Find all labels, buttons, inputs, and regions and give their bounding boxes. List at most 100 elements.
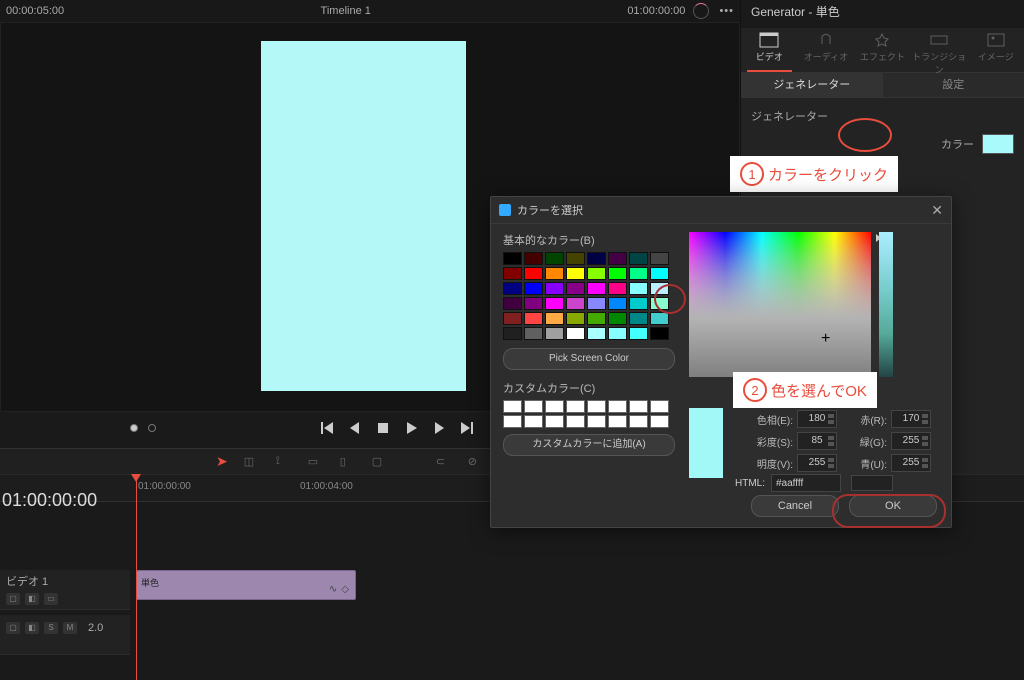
pick-screen-color-button[interactable]: Pick Screen Color xyxy=(503,348,675,370)
replace-tool-icon[interactable]: ▢ xyxy=(372,455,388,469)
value-slider[interactable] xyxy=(879,232,893,377)
video-track-header[interactable]: ビデオ 1 ▢◧▭ xyxy=(0,570,130,610)
palette-color[interactable] xyxy=(503,312,522,325)
mute-icon[interactable]: M xyxy=(63,622,77,634)
palette-color[interactable] xyxy=(503,252,522,265)
color-swatch[interactable] xyxy=(982,134,1014,154)
palette-color[interactable] xyxy=(629,252,648,265)
snap-icon[interactable]: ⊂ xyxy=(436,455,452,469)
prev-frame-icon[interactable] xyxy=(348,421,362,435)
tab-effects[interactable]: エフェクト xyxy=(854,28,911,72)
html-extra[interactable] xyxy=(851,475,893,491)
palette-color[interactable] xyxy=(503,327,522,340)
cancel-button[interactable]: Cancel xyxy=(751,495,839,517)
first-frame-icon[interactable] xyxy=(320,421,334,435)
palette-color[interactable] xyxy=(503,267,522,280)
palette-color[interactable] xyxy=(587,297,606,310)
palette-color[interactable] xyxy=(629,297,648,310)
palette-color[interactable] xyxy=(566,327,585,340)
palette-color[interactable] xyxy=(587,312,606,325)
subtab-generator[interactable]: ジェネレーター xyxy=(741,73,883,97)
palette-color[interactable] xyxy=(524,312,543,325)
palette-color[interactable] xyxy=(650,297,669,310)
custom-color-palette[interactable] xyxy=(503,400,675,428)
hue-input[interactable]: 180 xyxy=(797,410,837,428)
palette-color[interactable] xyxy=(587,327,606,340)
subtab-settings[interactable]: 設定 xyxy=(883,73,1024,97)
palette-color[interactable] xyxy=(524,267,543,280)
tab-image[interactable]: イメージ xyxy=(967,28,1024,72)
palette-color[interactable] xyxy=(566,282,585,295)
palette-color[interactable] xyxy=(545,282,564,295)
palette-color[interactable] xyxy=(629,282,648,295)
blue-input[interactable]: 255 xyxy=(891,454,931,472)
palette-color[interactable] xyxy=(566,312,585,325)
html-input[interactable] xyxy=(771,474,841,492)
palette-color[interactable] xyxy=(629,327,648,340)
palette-color[interactable] xyxy=(524,327,543,340)
blade-tool-icon[interactable]: ⟟ xyxy=(276,455,292,469)
audio-track-header[interactable]: ▢◧SM2.0 xyxy=(0,615,130,655)
ok-button[interactable]: OK xyxy=(849,495,937,517)
link-icon[interactable]: ⊘ xyxy=(468,455,484,469)
add-custom-color-button[interactable]: カスタムカラーに追加(A) xyxy=(503,434,675,456)
red-input[interactable]: 170 xyxy=(891,410,931,428)
timeline-timecode[interactable]: 01:00:00:00 xyxy=(2,490,97,511)
palette-color[interactable] xyxy=(650,282,669,295)
selection-tool-icon[interactable]: ➤ xyxy=(216,453,228,470)
palette-color[interactable] xyxy=(524,297,543,310)
overwrite-tool-icon[interactable]: ▯ xyxy=(340,455,356,469)
viewer-options-icon[interactable]: ••• xyxy=(719,5,734,17)
bypass-icon[interactable] xyxy=(693,3,709,19)
palette-color[interactable] xyxy=(608,297,627,310)
palette-color[interactable] xyxy=(608,267,627,280)
sat-input[interactable]: 85 xyxy=(797,432,837,450)
palette-color[interactable] xyxy=(566,297,585,310)
palette-color[interactable] xyxy=(608,312,627,325)
zoom-dots[interactable] xyxy=(130,424,156,432)
palette-color[interactable] xyxy=(545,327,564,340)
palette-color[interactable] xyxy=(587,267,606,280)
palette-color[interactable] xyxy=(587,282,606,295)
solo-icon[interactable]: S xyxy=(44,622,58,634)
palette-color[interactable] xyxy=(608,327,627,340)
playhead[interactable] xyxy=(136,474,137,680)
val-input[interactable]: 255 xyxy=(797,454,837,472)
color-gradient[interactable]: + xyxy=(689,232,871,377)
basic-color-palette[interactable] xyxy=(503,252,675,340)
clip[interactable]: 単色 ∿◇ xyxy=(136,570,356,600)
palette-color[interactable] xyxy=(566,267,585,280)
palette-color[interactable] xyxy=(587,252,606,265)
palette-color[interactable] xyxy=(524,282,543,295)
trim-tool-icon[interactable]: ◫ xyxy=(244,455,260,469)
palette-color[interactable] xyxy=(503,282,522,295)
palette-color[interactable] xyxy=(650,327,669,340)
tab-video[interactable]: ビデオ xyxy=(741,28,798,72)
palette-color[interactable] xyxy=(503,297,522,310)
palette-color[interactable] xyxy=(629,312,648,325)
palette-color[interactable] xyxy=(650,267,669,280)
green-input[interactable]: 255 xyxy=(891,432,931,450)
toggle-icon[interactable]: ▭ xyxy=(44,593,58,605)
palette-color[interactable] xyxy=(545,297,564,310)
palette-color[interactable] xyxy=(608,282,627,295)
palette-color[interactable] xyxy=(629,267,648,280)
close-icon[interactable]: ✕ xyxy=(931,202,943,219)
palette-color[interactable] xyxy=(524,252,543,265)
lock-icon[interactable]: ▢ xyxy=(6,593,20,605)
tab-transition[interactable]: トランジション xyxy=(911,28,968,72)
palette-color[interactable] xyxy=(545,267,564,280)
auto-select-icon[interactable]: ◧ xyxy=(25,593,39,605)
palette-color[interactable] xyxy=(650,312,669,325)
lock-icon[interactable]: ▢ xyxy=(6,622,20,634)
insert-tool-icon[interactable]: ▭ xyxy=(308,455,324,469)
palette-color[interactable] xyxy=(566,252,585,265)
auto-select-icon[interactable]: ◧ xyxy=(25,622,39,634)
palette-color[interactable] xyxy=(650,252,669,265)
tab-audio[interactable]: オーディオ xyxy=(798,28,855,72)
play-icon[interactable] xyxy=(404,421,418,435)
palette-color[interactable] xyxy=(608,252,627,265)
palette-color[interactable] xyxy=(545,312,564,325)
next-frame-icon[interactable] xyxy=(432,421,446,435)
palette-color[interactable] xyxy=(545,252,564,265)
